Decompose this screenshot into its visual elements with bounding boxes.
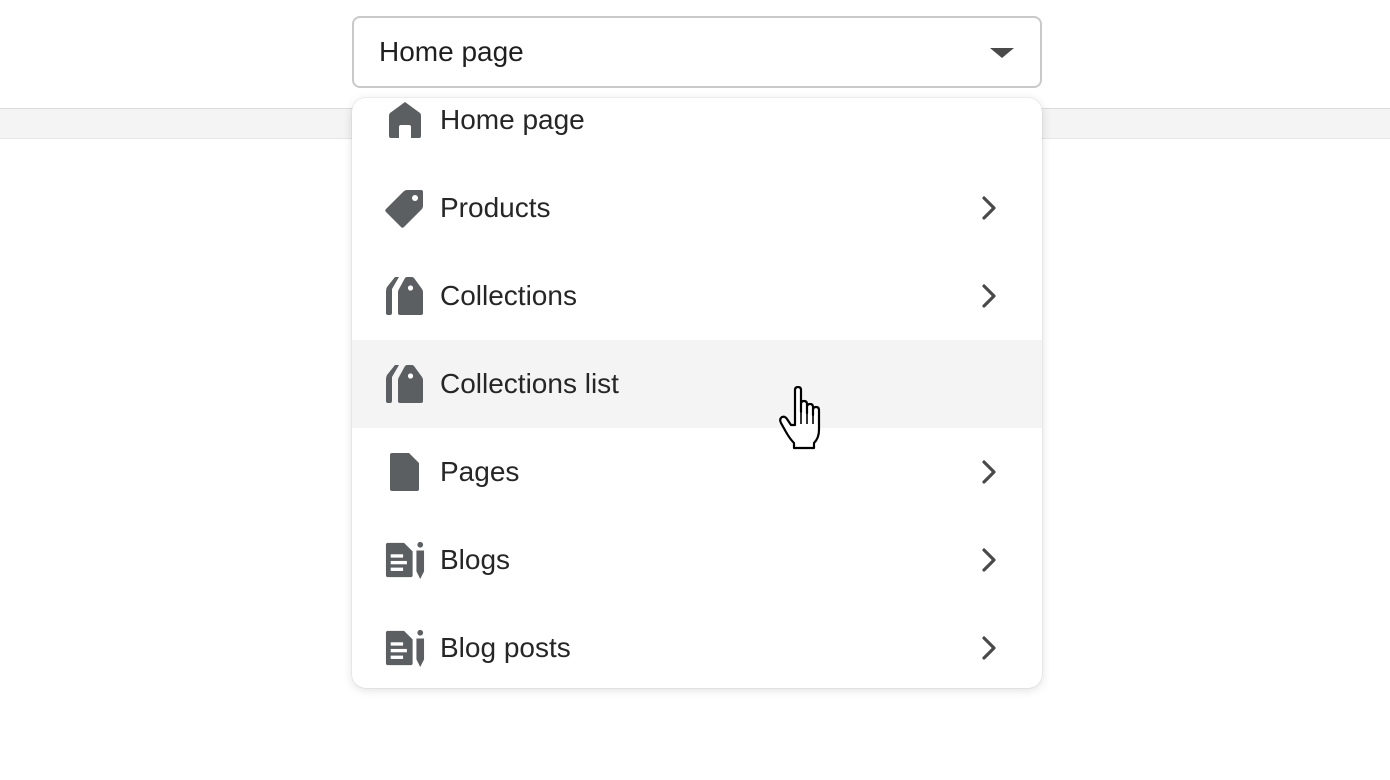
menu-item-label: Home page	[440, 104, 585, 135]
menu-item-pages[interactable]: Pages	[352, 428, 1042, 516]
collection-tags-icon	[385, 364, 425, 404]
menu-item-home-page[interactable]: Home page	[352, 98, 1042, 164]
page-type-select[interactable]: Home page	[352, 16, 1042, 88]
menu-item-blog-posts[interactable]: Blog posts	[352, 604, 1042, 688]
hand-cursor-icon	[779, 386, 821, 450]
page-type-dropdown-menu: Home page Products Collections Collectio…	[352, 98, 1042, 688]
blog-icon	[385, 540, 425, 580]
tag-icon	[385, 188, 425, 228]
menu-item-collections-list[interactable]: Collections list	[352, 340, 1042, 428]
caret-down-icon[interactable]	[990, 48, 1014, 58]
menu-item-products[interactable]: Products	[352, 164, 1042, 252]
menu-item-collections[interactable]: Collections	[352, 252, 1042, 340]
menu-item-label: Products	[440, 192, 551, 223]
select-value: Home page	[379, 36, 524, 67]
chevron-right-icon[interactable]	[974, 193, 1004, 223]
menu-item-label: Collections	[440, 280, 577, 311]
chevron-right-icon[interactable]	[974, 545, 1004, 575]
page-icon	[385, 452, 425, 492]
menu-list: Home page Products Collections Collectio…	[352, 98, 1042, 688]
menu-item-label: Blogs	[440, 544, 511, 575]
home-icon	[385, 100, 425, 140]
menu-item-label: Blog posts	[440, 632, 571, 663]
chevron-right-icon[interactable]	[974, 633, 1004, 663]
collection-tags-icon	[385, 276, 425, 316]
blog-icon	[385, 628, 425, 668]
chevron-right-icon[interactable]	[974, 281, 1004, 311]
menu-item-label: Collections list	[440, 368, 619, 399]
menu-item-blogs[interactable]: Blogs	[352, 516, 1042, 604]
menu-item-label: Pages	[440, 456, 520, 487]
chevron-right-icon[interactable]	[974, 457, 1004, 487]
